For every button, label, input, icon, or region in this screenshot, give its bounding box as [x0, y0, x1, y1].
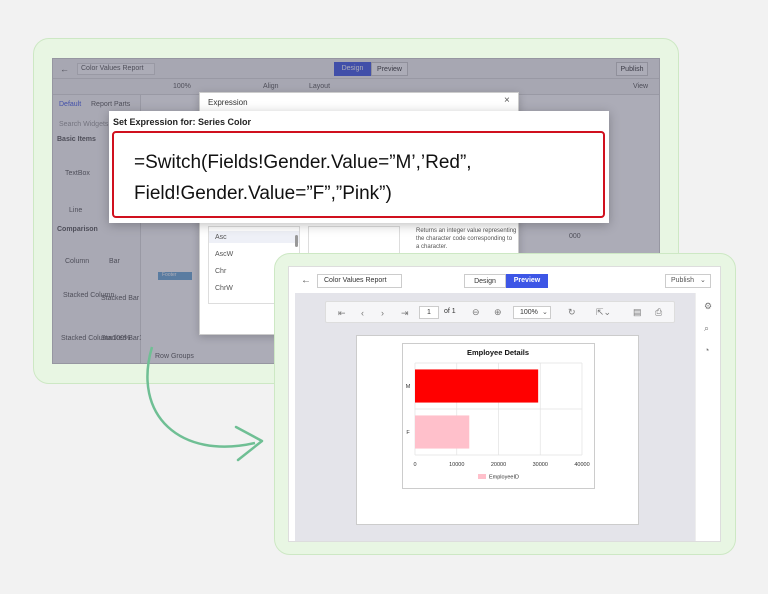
- viewer-toolbar: ⇤ ‹ › ⇥ 1 of 1 ⊖ ⊕ 100% ⌄ ↻ ⇱⌄ ▤ ⎙: [325, 301, 675, 323]
- preview-tab[interactable]: Preview: [506, 274, 548, 288]
- page-number: 1: [427, 309, 431, 316]
- expression-line-1: =Switch(Fields!Gender.Value=”M’,’Red”,: [134, 152, 472, 173]
- report-name-field[interactable]: Color Values Report: [317, 274, 402, 288]
- search-icon[interactable]: ⌕: [704, 323, 709, 333]
- publish-label: Publish: [671, 277, 694, 284]
- dialog-title: Expression: [208, 98, 248, 107]
- back-arrow-icon[interactable]: ←: [301, 275, 311, 286]
- report-name: Color Values Report: [324, 277, 387, 284]
- chevron-down-icon: ⌄: [700, 277, 706, 284]
- report-page: Employee Details 0 10000 20000 30000 40000 M…: [356, 335, 639, 525]
- next-page-icon[interactable]: ›: [381, 308, 384, 318]
- function-item[interactable]: Chr: [215, 268, 226, 275]
- x-tick-label: 10000: [449, 462, 464, 468]
- bar-m: [415, 369, 539, 403]
- legend-swatch: [478, 474, 486, 479]
- publish-button[interactable]: Publish ⌄: [665, 274, 711, 288]
- x-tick-label: 20000: [491, 462, 506, 468]
- curved-arrow: [146, 346, 264, 462]
- scrollbar-thumb[interactable]: [295, 235, 298, 247]
- zoom-in-icon[interactable]: ⊕: [494, 307, 502, 317]
- function-item[interactable]: Asc: [215, 234, 227, 241]
- x-tick-label: 0: [413, 462, 416, 468]
- function-description: a character.: [416, 244, 448, 250]
- x-tick-label: 30000: [533, 462, 548, 468]
- export-icon[interactable]: ⇱⌄: [596, 307, 611, 317]
- chevron-down-icon: ⌄: [542, 309, 548, 316]
- preview-area: ⇤ ‹ › ⇥ 1 of 1 ⊖ ⊕ 100% ⌄ ↻ ⇱⌄ ▤ ⎙ Emplo…: [295, 293, 695, 541]
- page-number-input[interactable]: 1: [419, 306, 439, 319]
- page-setup-icon[interactable]: ▤: [633, 307, 642, 317]
- employee-chart: Employee Details 0 10000 20000 30000 40000 M…: [402, 343, 595, 489]
- function-description: Returns an integer value representing: [416, 228, 517, 234]
- page-count: of 1: [444, 308, 456, 315]
- refresh-icon[interactable]: ↻: [568, 307, 576, 317]
- viewer-sidebar: ⚙ ⌕ ◔: [695, 293, 720, 541]
- last-page-icon[interactable]: ⇥: [401, 308, 409, 318]
- expression-editor[interactable]: =Switch(Fields!Gender.Value=”M’,’Red”, F…: [112, 131, 605, 218]
- design-tab[interactable]: Design: [464, 274, 506, 288]
- first-page-icon[interactable]: ⇤: [338, 308, 346, 318]
- viewer-window: ← Color Values Report Design Preview Pub…: [288, 266, 721, 542]
- chart-title: Employee Details: [467, 348, 529, 357]
- zoom-value: 100%: [520, 309, 538, 316]
- x-tick-label: 40000: [574, 462, 589, 468]
- function-description: the character code corresponding to: [416, 236, 513, 242]
- gauge-icon[interactable]: ◔: [704, 345, 709, 355]
- settings-icon[interactable]: ⚙: [704, 301, 712, 311]
- legend-label: EmployeeID: [489, 475, 519, 481]
- function-item[interactable]: ChrW: [215, 285, 233, 292]
- print-icon[interactable]: ⎙: [655, 307, 662, 317]
- y-category-label: M: [406, 384, 411, 390]
- prev-page-icon[interactable]: ‹: [361, 308, 364, 318]
- close-icon[interactable]: ×: [504, 95, 510, 106]
- bar-f: [415, 415, 470, 449]
- expression-line-2: Field!Gender.Value=”F”,”Pink”): [134, 183, 392, 204]
- set-expression-label: Set Expression for: Series Color: [113, 117, 252, 127]
- zoom-out-icon[interactable]: ⊖: [472, 307, 480, 317]
- function-item[interactable]: AscW: [215, 251, 233, 258]
- zoom-select[interactable]: 100% ⌄: [513, 306, 551, 319]
